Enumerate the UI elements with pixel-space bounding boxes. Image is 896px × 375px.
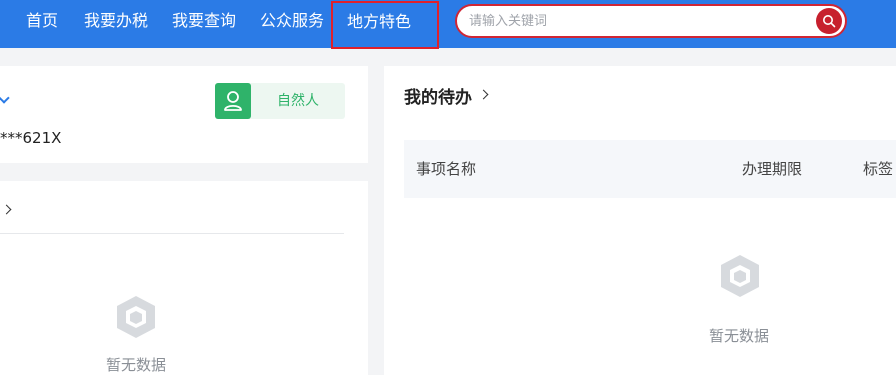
identity-badge-label: 自然人 [277, 93, 319, 109]
left-list-card: 暂无数据 [0, 181, 368, 375]
search-input[interactable] [469, 6, 809, 36]
search-button[interactable] [816, 8, 842, 34]
divider [0, 233, 344, 234]
my-todo-card: 我的待办 事项名称 办理期限 标签 暂无数据 [384, 66, 896, 375]
chevron-right-icon[interactable] [478, 89, 489, 100]
nav-item-local-features[interactable]: 地方特色 [331, 1, 439, 49]
todo-table-header: 事项名称 办理期限 标签 [404, 140, 896, 198]
top-navigation-bar: 首页 我要办税 我要查询 公众服务 地方特色 [0, 0, 896, 49]
column-header-item-name: 事项名称 [416, 160, 477, 178]
empty-box-icon [716, 252, 764, 300]
nav-item-tax-handling[interactable]: 我要办税 [84, 0, 148, 42]
nav-item-home[interactable]: 首页 [26, 0, 58, 42]
chevron-down-icon[interactable] [0, 92, 10, 104]
empty-state-text: 暂无数据 [709, 327, 770, 345]
empty-box-icon [112, 293, 160, 341]
search-box [455, 4, 847, 38]
chevron-right-icon[interactable] [1, 204, 12, 215]
column-header-tags: 标签 [863, 160, 894, 178]
person-icon [215, 83, 251, 119]
nav-item-query[interactable]: 我要查询 [172, 0, 236, 42]
identity-badge[interactable]: 自然人 [215, 83, 345, 119]
column-header-deadline: 办理期限 [742, 160, 803, 178]
nav-item-public-service[interactable]: 公众服务 [260, 0, 324, 42]
empty-state-text: 暂无数据 [106, 356, 167, 374]
user-id-masked: ***621X [0, 129, 62, 147]
todo-title[interactable]: 我的待办 [404, 83, 472, 108]
search-icon [823, 15, 836, 28]
user-info-card: ***621X 自然人 [0, 66, 368, 163]
